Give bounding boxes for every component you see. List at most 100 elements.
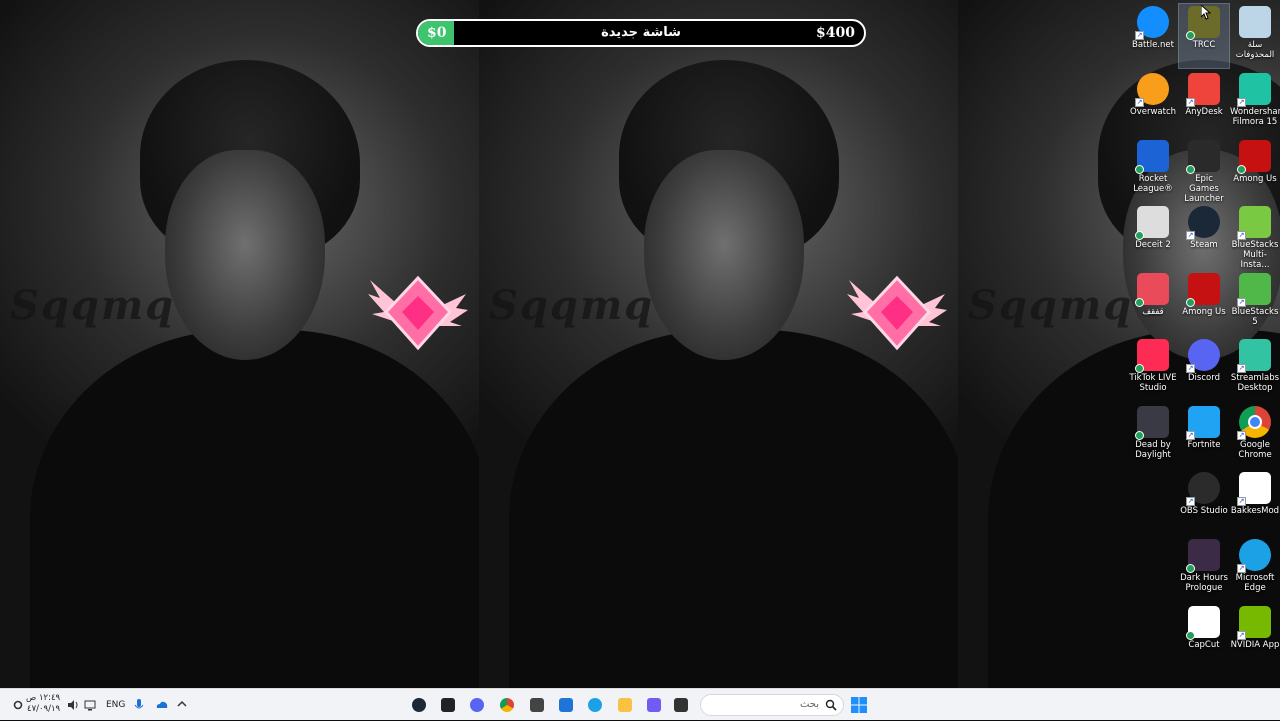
mouse-cursor-icon (1201, 5, 1211, 20)
taskbar-app-button[interactable] (670, 694, 692, 716)
volume-icon[interactable] (67, 699, 79, 711)
desktop-icon-rocket[interactable]: Rocket League® (1128, 138, 1178, 202)
sync-check-icon (1135, 231, 1144, 240)
shortcut-arrow-icon: ↗ (1237, 564, 1246, 573)
edge-icon: ↗ (1237, 539, 1271, 573)
taskbar-app-button[interactable] (555, 694, 577, 716)
desktop-icon-edge[interactable]: ↗ Microsoft Edge (1230, 537, 1280, 601)
taskbar-app-button[interactable] (614, 694, 636, 716)
wallpaper-watermark: Sqqmq (968, 282, 1134, 329)
shortcut-arrow-icon: ↗ (1237, 431, 1246, 440)
dark-hours-icon (1186, 539, 1220, 573)
desktop-icon-bluestacks-multi[interactable]: ↗ BlueStacks Multi-Insta... (1230, 204, 1280, 270)
desktop-icon-capcut[interactable]: CapCut (1179, 604, 1229, 668)
gear-icon[interactable] (13, 699, 23, 711)
goal-title: شاشة جديدة (601, 25, 681, 40)
desktop-icon-label: Fortnite (1187, 440, 1221, 450)
shortcut-arrow-icon: ↗ (1186, 497, 1195, 506)
desktop-icon-chrome[interactable]: ↗ Google Chrome (1230, 404, 1280, 468)
winged-gem-icon (368, 275, 468, 351)
taskbar-app-button[interactable] (526, 694, 548, 716)
chrome-icon: ↗ (1237, 406, 1271, 440)
anydesk-icon: ↗ (1186, 73, 1220, 107)
shortcut-arrow-icon: ↗ (1237, 497, 1246, 506)
desktop-icon-qafqaf[interactable]: قفقف (1128, 271, 1178, 335)
desktop-wallpaper: Sqqmq Sqqmq Sqqmq (0, 0, 1280, 688)
desktop-icon-label: سلة المحذوفات (1235, 40, 1275, 60)
file-explorer-icon (618, 698, 632, 712)
bluestacks-multi-icon: ↗ (1237, 206, 1271, 240)
desktop-icon-battlenet[interactable]: ↗ Battle.net (1128, 4, 1178, 68)
desktop-icon-anydesk[interactable]: ↗ AnyDesk (1179, 71, 1229, 135)
copilot-icon (647, 698, 661, 712)
shortcut-arrow-icon: ↗ (1186, 364, 1195, 373)
desktop-icon-label: Deceit 2 (1135, 240, 1171, 250)
desktop-icon-nvidia[interactable]: ↗ NVIDIA App (1230, 604, 1280, 668)
dead-by-daylight-icon (1135, 406, 1169, 440)
desktop-icon-streamlabs[interactable]: ↗ Streamlabs Desktop (1230, 337, 1280, 401)
obs-icon: ↗ (1186, 472, 1220, 506)
taskbar-app-button[interactable] (466, 694, 488, 716)
desktop-icon-darkhours[interactable]: Dark Hours Prologue (1179, 537, 1229, 601)
sync-check-icon (1186, 298, 1195, 307)
goal-max-label: $400 (816, 25, 855, 41)
among-us-icon (1237, 140, 1271, 174)
network-icon[interactable] (84, 699, 96, 711)
taskbar-app-button[interactable] (496, 694, 518, 716)
taskbar-clock[interactable]: ١٢:٤٩ ص ٤٧/٠٩/١٩ (26, 693, 60, 715)
onedrive-icon[interactable] (155, 698, 169, 712)
desktop-icon-amongus2[interactable]: Among Us (1179, 271, 1229, 335)
desktop-icon-label: Among Us (1233, 174, 1277, 184)
desktop-icon-filmora[interactable]: ↗Wondershare Filmora 15 (1230, 71, 1280, 135)
microphone-icon[interactable] (134, 698, 144, 712)
goal-progress-bar: $0 شاشة جديدة $400 (416, 19, 866, 47)
wallpaper-watermark: Sqqmq (489, 282, 655, 329)
desktop-icon-bluestacks5[interactable]: ↗ BlueStacks 5 (1230, 271, 1280, 335)
taskbar: ١٢:٤٩ ص ٤٧/٠٩/١٩ ENG بحث (0, 688, 1280, 720)
desktop-icon-dbd[interactable]: Dead by Daylight (1128, 404, 1178, 468)
overwatch-icon: ↗ (1135, 73, 1169, 107)
desktop-icon-label: Epic Games Launcher (1184, 174, 1224, 204)
desktop-icon-bakkesmod[interactable]: ↗ BakkesMod (1230, 470, 1280, 534)
taskbar-app-button[interactable] (643, 694, 665, 716)
desktop-icon-label: BlueStacks 5 (1231, 307, 1279, 327)
desktop-icon-deceit[interactable]: Deceit 2 (1128, 204, 1178, 268)
taskbar-app-button[interactable] (408, 694, 430, 716)
desktop-icon-overwatch[interactable]: ↗ Overwatch (1128, 71, 1178, 135)
discord-icon (470, 698, 484, 712)
desktop-icon-recycle[interactable]: سلة المحذوفات (1230, 4, 1280, 68)
bakkesmod-icon: ↗ (1237, 472, 1271, 506)
desktop-icon-fortnite[interactable]: ↗ Fortnite (1179, 404, 1229, 468)
app-icon (441, 698, 455, 712)
desktop-icon-obs[interactable]: ↗ OBS Studio (1179, 470, 1229, 534)
start-button[interactable] (848, 694, 870, 716)
among-us-icon (1186, 273, 1220, 307)
desktop-icon-discord[interactable]: ↗ Discord (1179, 337, 1229, 401)
desktop-icon-steam[interactable]: ↗ Steam (1179, 204, 1229, 268)
microsoft-store-icon (559, 698, 573, 712)
shortcut-arrow-icon: ↗ (1237, 631, 1246, 640)
epic-games-icon (1186, 140, 1220, 174)
sync-check-icon (1135, 431, 1144, 440)
sync-check-icon (1186, 165, 1195, 174)
desktop-icon-tiktok[interactable]: TikTok LIVE Studio (1128, 337, 1178, 401)
streamlabs-icon: ↗ (1237, 339, 1271, 373)
chrome-icon (500, 698, 514, 712)
desktop-icon-amongus1[interactable]: Among Us (1230, 138, 1280, 202)
shortcut-arrow-icon: ↗ (1237, 98, 1246, 107)
desktop-icon-label: Steam (1190, 240, 1218, 250)
chevron-up-icon[interactable] (177, 700, 187, 708)
tiktok-live-icon (1135, 339, 1169, 373)
desktop-icon-label: BlueStacks Multi-Insta... (1231, 240, 1279, 270)
taskbar-app-button[interactable] (584, 694, 606, 716)
desktop-icon-epic[interactable]: Epic Games Launcher (1179, 138, 1229, 204)
taskbar-app-button[interactable] (437, 694, 459, 716)
sync-check-icon (1237, 165, 1246, 174)
package-icon (530, 698, 544, 712)
taskbar-search[interactable]: بحث (700, 694, 844, 716)
deceit-icon (1135, 206, 1169, 240)
steam-icon: ↗ (1186, 206, 1220, 240)
language-indicator[interactable]: ENG (106, 700, 125, 710)
search-icon (825, 699, 837, 711)
shortcut-arrow-icon: ↗ (1135, 98, 1144, 107)
